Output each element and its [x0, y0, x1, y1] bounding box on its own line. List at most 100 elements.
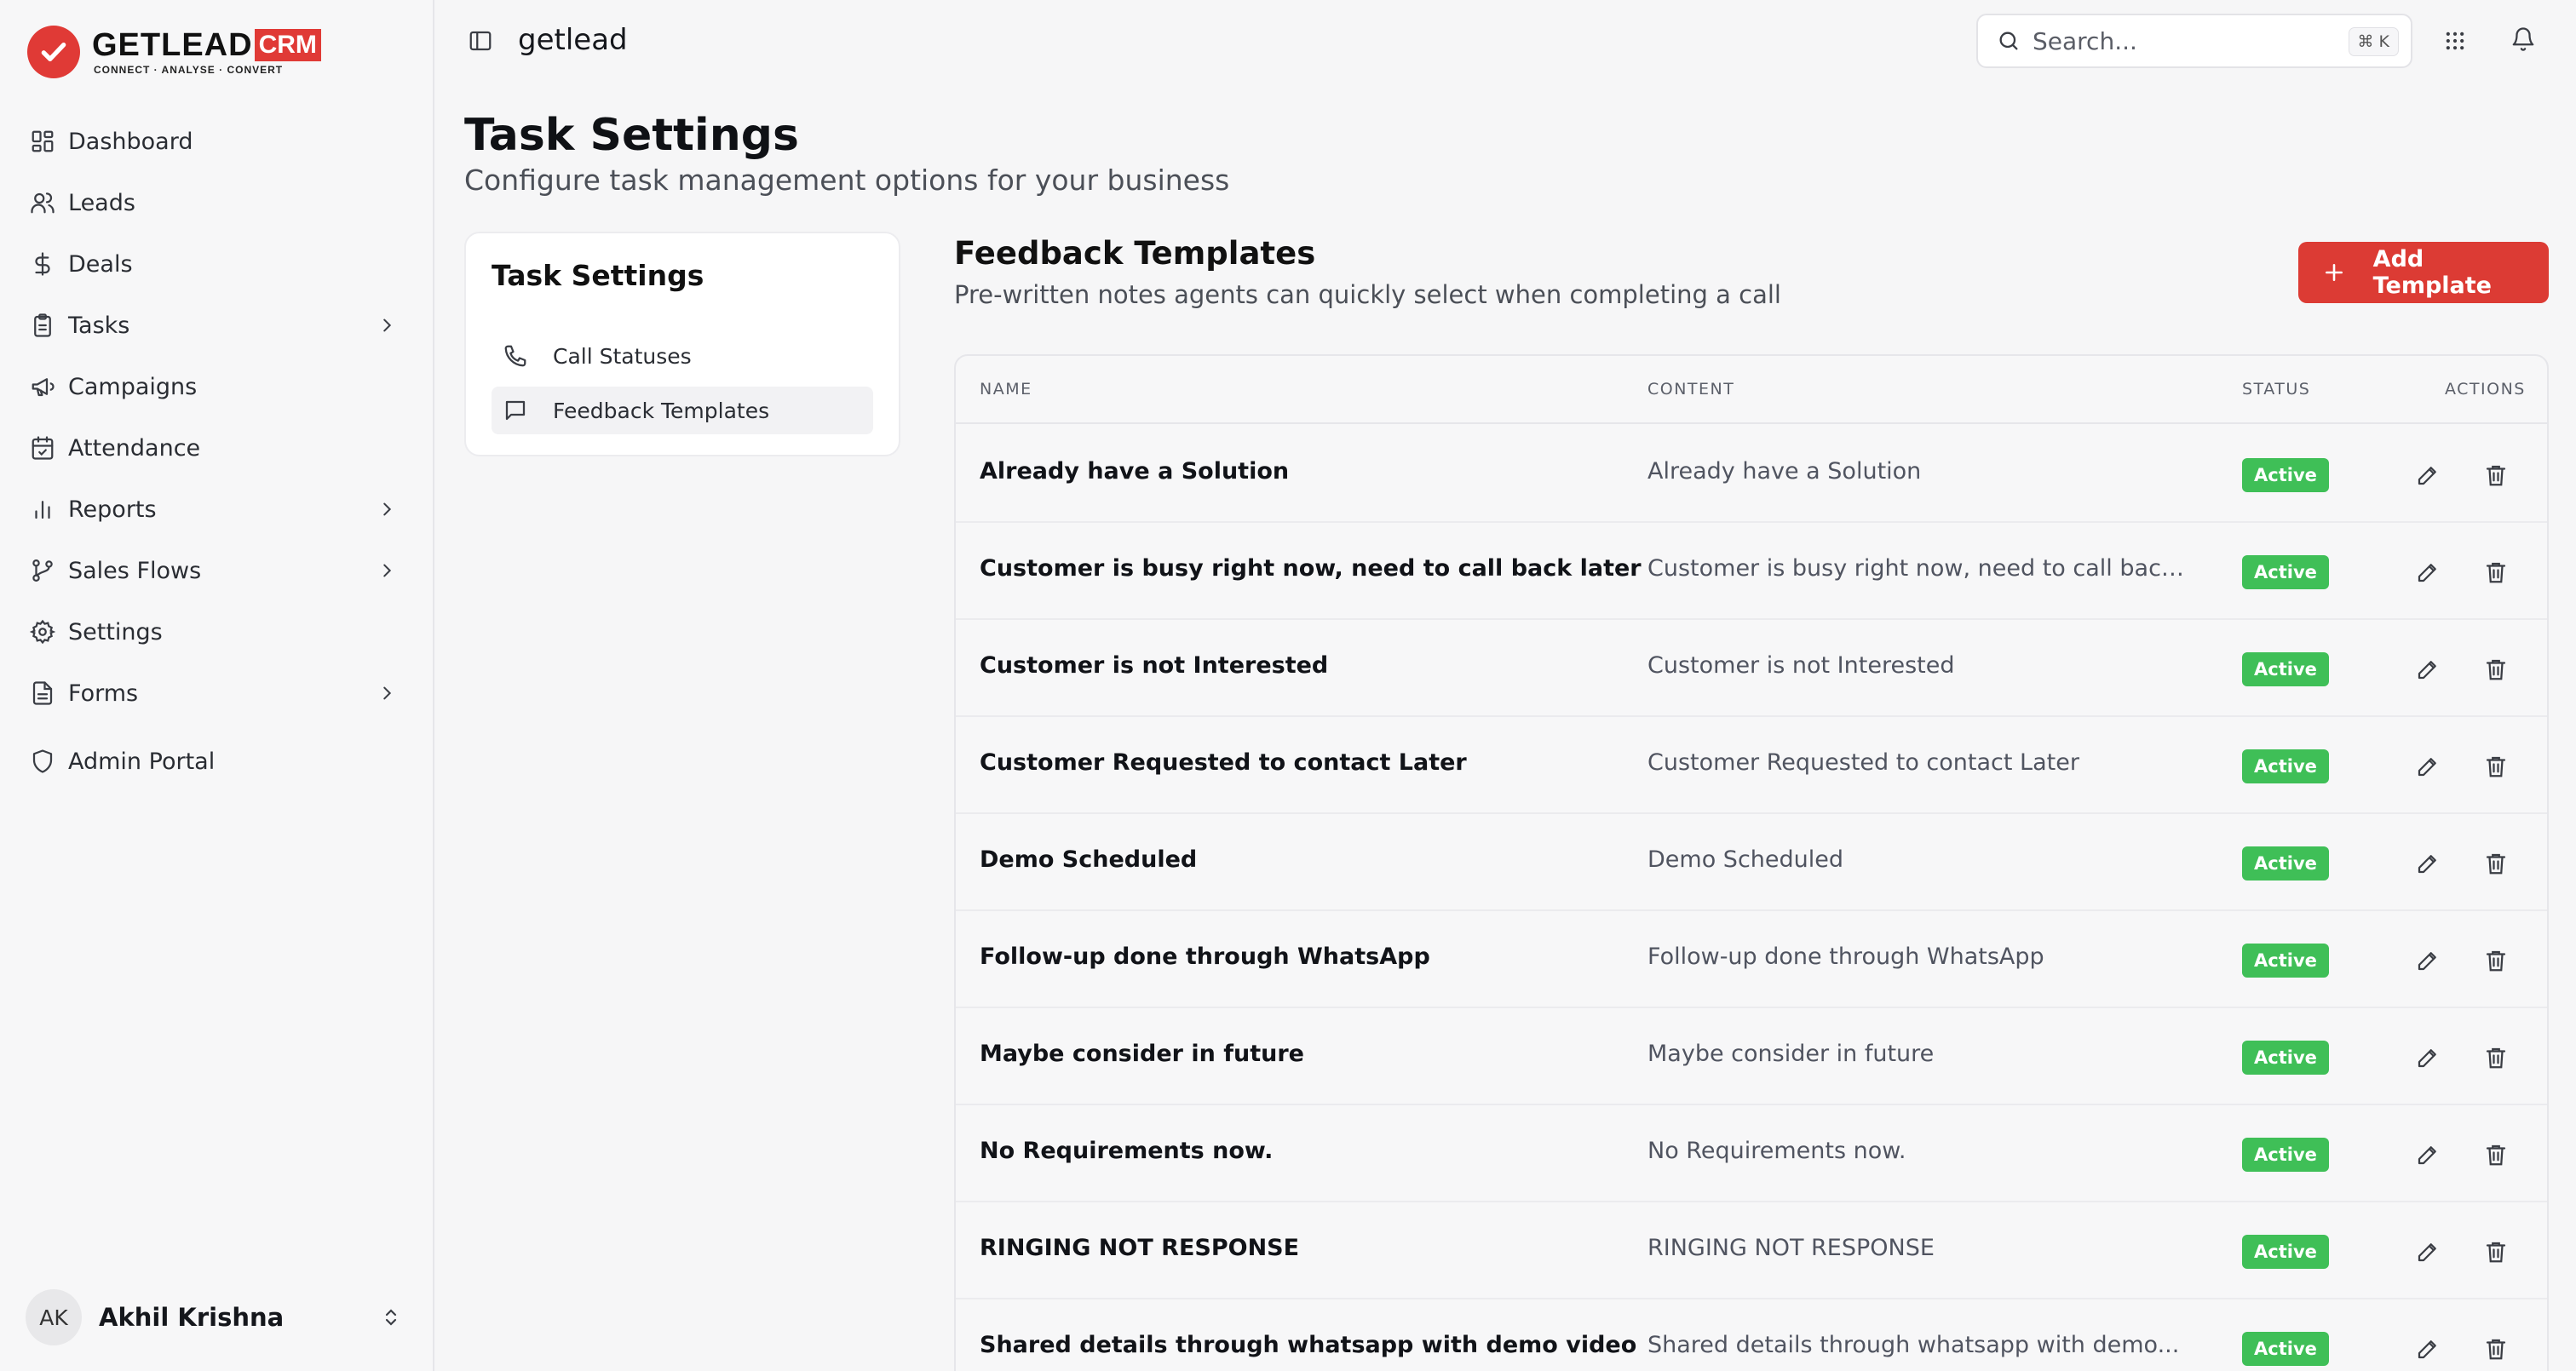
sidebar-item-settings[interactable]: Settings — [17, 606, 417, 657]
add-template-button[interactable]: Add Template — [2298, 242, 2549, 303]
sidebar-item-campaigns[interactable]: Campaigns — [17, 361, 417, 412]
edit-icon[interactable] — [2411, 1235, 2445, 1269]
user-menu[interactable]: AK Akhil Krishna — [26, 1288, 409, 1347]
template-content: Customer is busy right now, need to call… — [1647, 555, 2193, 582]
brand-wordmark: GETLEAD CRM CONNECT · ANALYSE · CONVERT — [92, 28, 321, 76]
trash-icon[interactable] — [2479, 1138, 2513, 1172]
template-name: Shared details through whatsapp with dem… — [980, 1332, 1637, 1358]
brand-tagline: CONNECT · ANALYSE · CONVERT — [94, 64, 284, 76]
template-content: No Requirements now. — [1647, 1138, 1906, 1164]
settings-menu: Task Settings Call Statuses Feedback Tem… — [464, 232, 900, 456]
edit-icon[interactable] — [2411, 749, 2445, 783]
git-branch-icon — [26, 554, 60, 588]
edit-icon[interactable] — [2411, 1041, 2445, 1075]
search-icon — [1992, 24, 2026, 58]
trash-icon[interactable] — [2479, 1041, 2513, 1075]
edit-icon[interactable] — [2411, 846, 2445, 881]
template-name: Maybe consider in future — [980, 1041, 1304, 1067]
sidebar-item-admin-portal[interactable]: Admin Portal — [17, 736, 417, 787]
trash-icon[interactable] — [2479, 652, 2513, 686]
column-header-actions: ACTIONS — [2445, 380, 2526, 399]
settings-menu-label: Feedback Templates — [553, 398, 770, 423]
status-badge: Active — [2242, 1138, 2329, 1172]
template-name: Demo Scheduled — [980, 846, 1198, 873]
sidebar-toggle-icon[interactable] — [463, 24, 497, 58]
template-name: RINGING NOT RESPONSE — [980, 1235, 1300, 1261]
chevron-right-icon[interactable] — [373, 496, 400, 523]
table-row: Customer is not Interested Customer is no… — [956, 620, 2547, 717]
trash-icon[interactable] — [2479, 555, 2513, 589]
template-name: Customer is not Interested — [980, 652, 1329, 679]
brand-logo[interactable]: GETLEAD CRM CONNECT · ANALYSE · CONVERT — [27, 26, 321, 78]
search-shortcut-hint: ⌘ K — [2348, 27, 2399, 56]
sidebar-item-label: Forms — [68, 680, 139, 707]
bell-icon[interactable] — [2506, 22, 2540, 56]
chevron-right-icon[interactable] — [373, 680, 400, 707]
template-content: Follow-up done through WhatsApp — [1647, 944, 2044, 970]
section-title: Feedback Templates — [954, 235, 1316, 272]
edit-icon[interactable] — [2411, 458, 2445, 492]
sidebar-item-label: Settings — [68, 618, 163, 645]
sidebar-item-tasks[interactable]: Tasks — [17, 300, 417, 351]
trash-icon[interactable] — [2479, 458, 2513, 492]
chevron-right-icon[interactable] — [373, 312, 400, 339]
avatar: AK — [26, 1289, 82, 1345]
check-logo-icon — [27, 26, 80, 78]
template-name: Follow-up done through WhatsApp — [980, 944, 1430, 970]
search-input[interactable] — [2033, 26, 2339, 55]
page-title: Task Settings — [464, 110, 799, 161]
edit-icon[interactable] — [2411, 555, 2445, 589]
status-badge: Active — [2242, 846, 2329, 881]
settings-menu-label: Call Statuses — [553, 343, 692, 369]
chevron-right-icon[interactable] — [373, 557, 400, 584]
search-box[interactable]: ⌘ K — [1976, 14, 2412, 68]
template-content: Customer is not Interested — [1647, 652, 1955, 679]
edit-icon[interactable] — [2411, 944, 2445, 978]
chevrons-up-down-icon[interactable] — [377, 1303, 405, 1332]
settings-menu-title: Task Settings — [492, 259, 704, 292]
template-name: Customer is busy right now, need to call… — [980, 555, 1642, 582]
trash-icon[interactable] — [2479, 944, 2513, 978]
edit-icon[interactable] — [2411, 1332, 2445, 1366]
edit-icon[interactable] — [2411, 1138, 2445, 1172]
sidebar-item-attendance[interactable]: Attendance — [17, 422, 417, 473]
sidebar-item-dashboard[interactable]: Dashboard — [17, 116, 417, 167]
sidebar-item-leads[interactable]: Leads — [17, 177, 417, 228]
column-header-content: CONTENT — [1647, 380, 1735, 399]
trash-icon[interactable] — [2479, 846, 2513, 881]
status-badge: Active — [2242, 749, 2329, 783]
status-badge: Active — [2242, 1235, 2329, 1269]
sidebar-item-label: Deals — [68, 250, 133, 278]
template-name: Already have a Solution — [980, 458, 1290, 485]
status-badge: Active — [2242, 1332, 2329, 1366]
sidebar-item-sales-flows[interactable]: Sales Flows — [17, 545, 417, 596]
settings-menu-item-feedback-templates[interactable]: Feedback Templates — [492, 387, 873, 434]
sidebar-item-label: Leads — [68, 189, 135, 216]
table-row: Customer is busy right now, need to call… — [956, 523, 2547, 620]
sidebar-item-reports[interactable]: Reports — [17, 484, 417, 535]
add-template-label: Add Template — [2372, 246, 2492, 299]
sidebar-item-forms[interactable]: Forms — [17, 668, 417, 719]
user-name: Akhil Krishna — [99, 1303, 285, 1332]
edit-icon[interactable] — [2411, 652, 2445, 686]
trash-icon[interactable] — [2479, 749, 2513, 783]
table-row: Demo Scheduled Demo Scheduled Active — [956, 814, 2547, 911]
plus-icon — [2319, 257, 2349, 288]
trash-icon[interactable] — [2479, 1235, 2513, 1269]
calendar-check-icon — [26, 431, 60, 465]
settings-menu-item-call-statuses[interactable]: Call Statuses — [492, 332, 873, 380]
sidebar-item-deals[interactable]: Deals — [17, 238, 417, 290]
status-badge: Active — [2242, 652, 2329, 686]
template-content: Customer Requested to contact Later — [1647, 749, 2079, 776]
table-row: Shared details through whatsapp with dem… — [956, 1299, 2547, 1371]
organization-name: getlead — [518, 23, 628, 57]
sidebar-item-label: Admin Portal — [68, 748, 216, 775]
template-content: Demo Scheduled — [1647, 846, 1844, 873]
message-square-icon — [498, 393, 532, 427]
sidebar: GETLEAD CRM CONNECT · ANALYSE · CONVERT … — [0, 0, 434, 1371]
apps-grid-icon[interactable] — [2438, 24, 2472, 58]
sidebar-item-label: Campaigns — [68, 373, 198, 400]
trash-icon[interactable] — [2479, 1332, 2513, 1366]
column-header-status: STATUS — [2242, 380, 2311, 399]
sidebar-item-label: Reports — [68, 496, 157, 523]
